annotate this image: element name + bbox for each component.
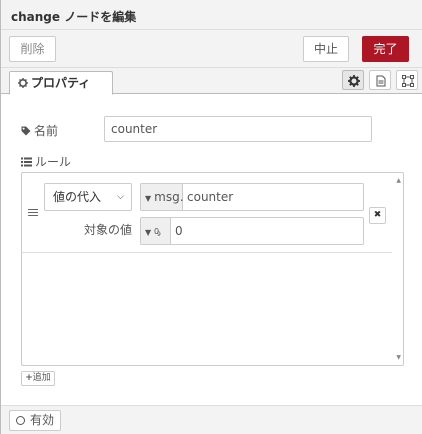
enabled-toggle[interactable]: 有効 (9, 410, 61, 431)
edit-tray: change ノードを編集 削除 中止 完了 プロパティ 名前 counter … (0, 0, 422, 434)
rule-action-select[interactable]: 値の代入 ⌵ (44, 183, 132, 211)
tab-properties-label: プロパティ (31, 76, 91, 90)
tab-settings[interactable] (342, 70, 364, 90)
tabs-bar: プロパティ (1, 68, 422, 95)
list-icon (21, 157, 32, 167)
rule-property-input[interactable]: ▼ msg. counter (140, 183, 364, 211)
tray-header: change ノードを編集 (1, 0, 422, 30)
tab-properties[interactable]: プロパティ (9, 71, 113, 95)
property-type-button[interactable]: ▼ msg. (141, 184, 184, 210)
value-input-value: 0 (175, 224, 183, 238)
svg-text:9: 9 (157, 231, 161, 236)
tray-toolbar: 削除 中止 完了 (1, 30, 422, 68)
rule-action-value: 値の代入 (53, 190, 102, 204)
name-label-text: 名前 (34, 124, 59, 138)
target-value-label: 対象の値 (84, 223, 133, 237)
property-type-label: msg. (154, 190, 184, 204)
gear-icon (18, 78, 28, 88)
property-value: counter (187, 190, 234, 204)
number-icon: 0 9 (154, 227, 161, 238)
rules-list[interactable]: ▲ ▼ 値の代入 ⌵ ▼ msg. counter 対象の値 ▼ 0 9 0 ✖ (21, 172, 404, 366)
value-type-button[interactable]: ▼ 0 9 (141, 218, 171, 244)
rules-label: ルール (21, 153, 71, 170)
tray-title: change ノードを編集 (11, 10, 137, 24)
name-label: 名前 (21, 122, 58, 139)
scroll-down-arrow-icon[interactable]: ▼ (396, 354, 401, 361)
enabled-label: 有効 (30, 413, 55, 427)
tray-footer: 有効 (1, 405, 422, 434)
cancel-button[interactable]: 中止 (303, 36, 349, 62)
tab-description[interactable] (369, 70, 391, 90)
gear-icon (348, 75, 360, 87)
name-input[interactable]: counter (104, 116, 372, 142)
chevron-down-icon: ⌵ (117, 192, 124, 202)
rules-label-text: ルール (35, 155, 72, 169)
caret-down-icon: ▼ (145, 194, 152, 203)
delete-button[interactable]: 削除 (9, 36, 56, 62)
rule-value-input[interactable]: ▼ 0 9 0 (140, 217, 364, 245)
tab-appearance[interactable] (396, 70, 418, 90)
add-rule-label: 追加 (32, 373, 51, 383)
remove-rule-button[interactable]: ✖ (369, 207, 386, 224)
caret-down-icon: ▼ (145, 228, 152, 237)
done-button[interactable]: 完了 (362, 36, 409, 62)
add-rule-button[interactable]: +追加 (21, 371, 55, 386)
drag-handle-icon[interactable] (28, 209, 38, 218)
plus-icon: + (25, 373, 33, 383)
appearance-icon (402, 75, 414, 87)
circle-icon (16, 416, 25, 425)
scroll-up-arrow-icon[interactable]: ▲ (396, 177, 401, 184)
description-icon (376, 75, 386, 87)
rule-row: 値の代入 ⌵ ▼ msg. counter 対象の値 ▼ 0 9 0 ✖ (22, 173, 392, 253)
tag-icon (21, 126, 31, 136)
